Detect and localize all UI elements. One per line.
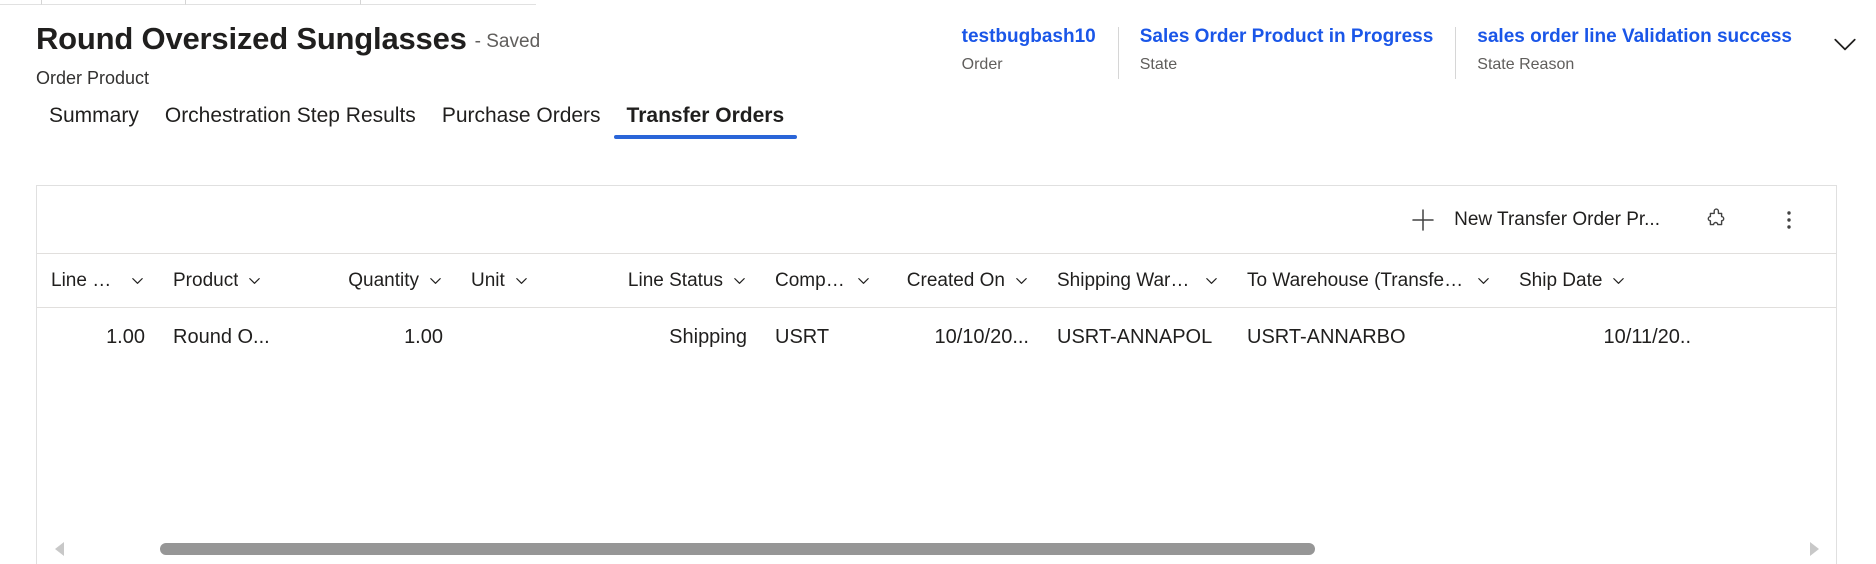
column-header-product[interactable]: Product [159,253,307,308]
cell-quantity: 1.00 [404,326,443,349]
header-field-order-value[interactable]: testbugbash10 [962,25,1096,49]
page-title: Round Oversized Sunglasses [36,21,467,56]
plus-icon [1408,205,1438,235]
scroll-track[interactable] [81,534,1792,564]
column-header-line-status-label: Line Status [627,269,723,291]
header-field-state-reason[interactable]: sales order line Validation success Stat… [1455,25,1814,81]
more-vertical-icon [1774,205,1804,235]
chevron-down-icon [1613,278,1625,284]
chevron-down-icon [734,278,745,284]
chevron-down-icon [430,278,441,284]
column-header-product-label: Product [173,269,239,291]
tab-transfer-orders[interactable]: Transfer Orders [613,97,798,139]
column-header-line-order[interactable]: Line Order [37,253,159,308]
column-header-to-warehouse-label: To Warehouse (Transfer Or... [1247,269,1467,291]
cell-filler [1705,308,1836,368]
chevron-down-icon [1206,278,1217,284]
chevron-down-icon [132,278,143,284]
chevron-down-icon [249,278,261,284]
new-transfer-order-product-button[interactable]: New Transfer Order Pr... [1398,198,1670,242]
column-header-to-warehouse[interactable]: To Warehouse (Transfer Or... [1233,253,1505,308]
header-field-state-reason-value[interactable]: sales order line Validation success [1477,25,1792,49]
cell-unit [457,308,575,368]
cell-line-status: Shipping [669,326,747,349]
grid-horizontal-scrollbar[interactable] [37,534,1836,564]
column-header-unit[interactable]: Unit [457,253,575,308]
new-transfer-order-product-label: New Transfer Order Pr... [1454,208,1660,230]
header-expand-button[interactable] [1814,25,1876,81]
chevron-down-icon [1478,278,1489,284]
header-field-group: testbugbash10 Order Sales Order Product … [940,25,1876,81]
column-header-line-order-label: Line Order [51,269,121,291]
form-header: Round Oversized Sunglasses - Saved Order … [0,5,1876,97]
chevron-down-icon [1016,278,1027,284]
chevron-down-icon [858,278,869,284]
cell-ship-date: 10/11/20.. [1603,326,1691,349]
flows-button[interactable] [1692,198,1742,242]
entity-type-label: Order Product [36,68,150,88]
header-field-order[interactable]: testbugbash10 Order [940,25,1118,81]
transfer-orders-table: Line Order Product Quantity [37,253,1836,368]
column-header-shipping-warehouse[interactable]: Shipping Ware... [1043,253,1233,308]
cell-line-order: 1.00 [106,326,145,349]
scroll-thumb[interactable] [159,543,1315,555]
table-row[interactable]: 1.00 Round O... 1.00 Shipping USRT 10/10… [37,308,1836,368]
column-header-company[interactable]: Company [761,253,885,308]
column-header-ship-date-label: Ship Date [1519,269,1603,291]
column-header-quantity-label: Quantity [348,269,419,291]
column-header-line-status[interactable]: Line Status [575,253,761,308]
chevron-down-icon [516,278,527,284]
column-header-unit-label: Unit [471,269,505,291]
tab-orchestration-step-results[interactable]: Orchestration Step Results [152,97,429,139]
caret-left-icon [54,542,64,556]
header-field-state-label: State [1139,56,1178,73]
puzzle-piece-icon [1702,205,1732,235]
title-block: Round Oversized Sunglasses - Saved Order … [36,21,540,89]
cell-created-on: 10/10/20... [934,326,1029,349]
column-header-ship-date[interactable]: Ship Date [1505,253,1705,308]
column-header-company-label: Company [775,269,847,291]
column-header-created-on[interactable]: Created On [885,253,1043,308]
tab-summary[interactable]: Summary [36,97,152,139]
cell-company[interactable]: USRT [761,308,885,368]
header-field-order-label: Order [961,56,1003,73]
column-header-shipping-warehouse-label: Shipping Ware... [1057,269,1195,291]
cell-product[interactable]: Round O... [159,308,307,368]
header-field-state[interactable]: Sales Order Product in Progress State [1117,25,1456,81]
caret-right-icon [1809,542,1819,556]
more-commands-button[interactable] [1764,198,1814,242]
form-tab-list: Summary Orchestration Step Results Purch… [0,97,1876,149]
transfer-orders-subgrid: New Transfer Order Pr... Line Or Product… [36,185,1837,564]
cell-shipping-warehouse[interactable]: USRT-ANNAPOL [1043,308,1233,368]
column-header-created-on-label: Created On [906,269,1005,291]
subgrid-command-bar: New Transfer Order Pr... [37,186,1836,253]
save-status-text: - Saved [474,31,541,52]
column-header-filler [1705,253,1836,308]
table-header-row: Line Order Product Quantity [37,253,1836,308]
cell-to-warehouse[interactable]: USRT-ANNARBO [1233,308,1505,368]
tab-purchase-orders[interactable]: Purchase Orders [429,97,614,139]
chevron-down-icon [1834,38,1856,51]
header-field-state-value[interactable]: Sales Order Product in Progress [1140,25,1434,49]
scroll-left-button[interactable] [37,534,81,564]
scroll-right-button[interactable] [1792,534,1836,564]
header-field-state-reason-label: State Reason [1477,56,1575,73]
column-header-quantity[interactable]: Quantity [307,253,457,308]
